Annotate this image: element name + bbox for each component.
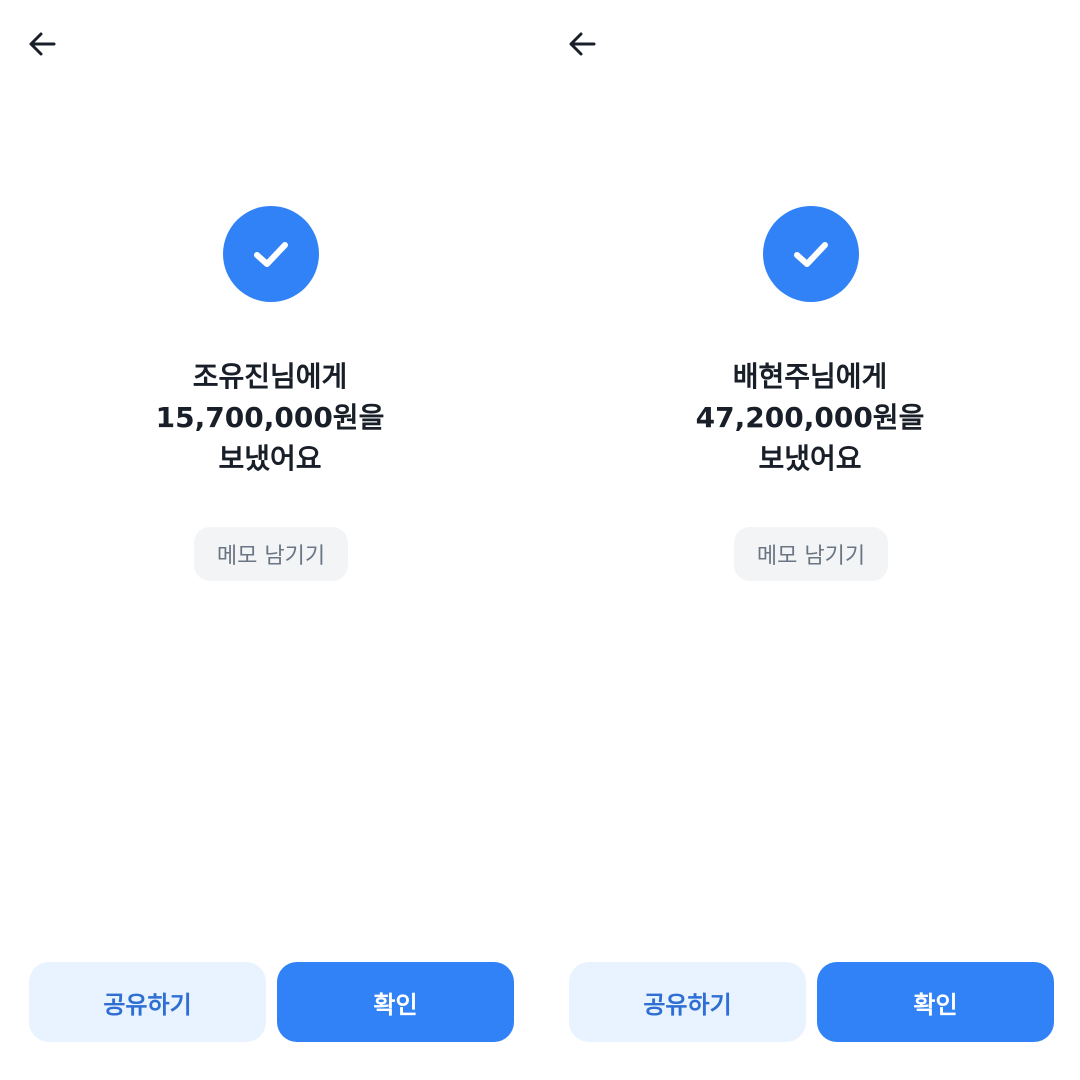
amount-line: 15,700,000원을 [155, 401, 385, 434]
success-check-badge [223, 206, 319, 302]
share-button[interactable]: 공유하기 [569, 962, 806, 1042]
transfer-message: 배현주님에게 47,200,000원을 보냈어요 [540, 356, 1080, 479]
leave-memo-button[interactable]: 메모 남기기 [734, 527, 888, 581]
leave-memo-button[interactable]: 메모 남기기 [194, 527, 348, 581]
status-line: 보냈어요 [218, 442, 322, 475]
back-button[interactable] [24, 26, 60, 62]
transfer-message: 조유진님에게 15,700,000원을 보냈어요 [0, 356, 540, 479]
status-line: 보냈어요 [758, 442, 862, 475]
recipient-line: 조유진님에게 [192, 360, 348, 393]
transfer-complete-screen-1: 조유진님에게 15,700,000원을 보냈어요 메모 남기기 공유하기 확인 [0, 0, 540, 1080]
check-icon [254, 242, 288, 267]
success-check-badge [763, 206, 859, 302]
recipient-line: 배현주님에게 [732, 360, 888, 393]
arrow-left-icon [29, 32, 56, 56]
share-button[interactable]: 공유하기 [29, 962, 266, 1042]
transfer-complete-screen-2: 배현주님에게 47,200,000원을 보냈어요 메모 남기기 공유하기 확인 [540, 0, 1080, 1080]
back-button[interactable] [564, 26, 600, 62]
amount-line: 47,200,000원을 [695, 401, 925, 434]
screens-container: 조유진님에게 15,700,000원을 보냈어요 메모 남기기 공유하기 확인 … [0, 0, 1080, 1080]
confirm-button[interactable]: 확인 [817, 962, 1054, 1042]
arrow-left-icon [569, 32, 596, 56]
confirm-button[interactable]: 확인 [277, 962, 514, 1042]
check-icon [794, 242, 828, 267]
